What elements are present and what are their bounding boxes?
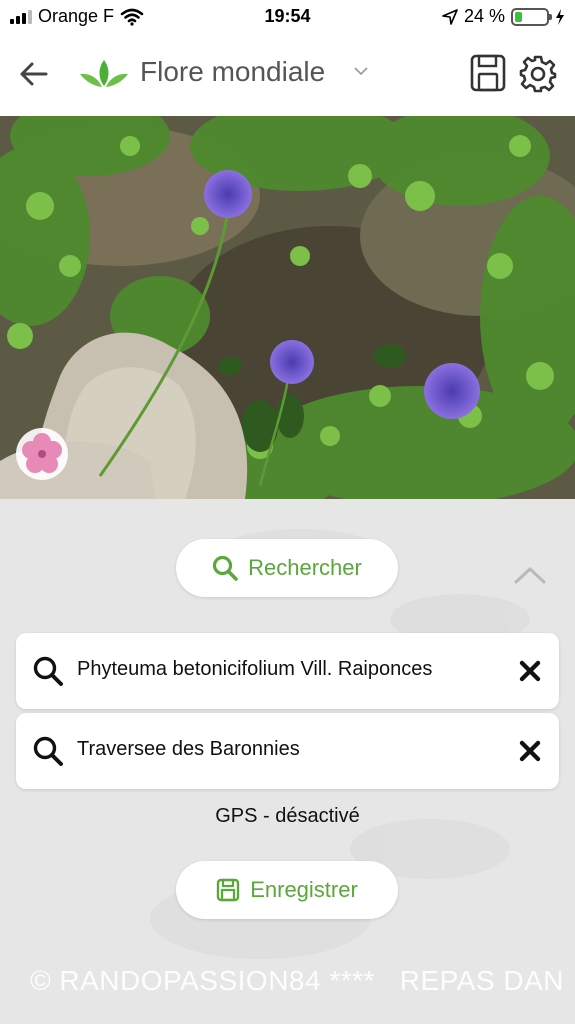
search-button[interactable]: Rechercher (176, 539, 398, 597)
watermark: © RANDOPASSION84 **** REPAS DAN (30, 965, 565, 996)
close-icon[interactable] (519, 660, 541, 682)
search-button-label: Rechercher (248, 555, 362, 580)
search-icon (33, 736, 63, 766)
gps-status: GPS - désactivé (215, 805, 360, 827)
back-arrow-icon[interactable] (16, 56, 52, 92)
app-title[interactable]: Flore mondiale (140, 56, 325, 88)
battery-percent: 24 % (463, 6, 505, 26)
gear-icon[interactable] (518, 54, 558, 94)
save-record-button[interactable]: Enregistrer (176, 861, 398, 919)
battery-group: 24 % (442, 6, 565, 27)
species-field-value: Phyteuma betonicifolium Vill. Raiponces (77, 658, 433, 680)
app-header: Flore mondiale (0, 34, 575, 116)
location-arrow-icon (442, 8, 458, 25)
plant-photo[interactable] (0, 116, 575, 499)
floppy-disk-icon[interactable] (470, 54, 506, 92)
chevron-down-icon[interactable] (354, 66, 368, 76)
close-icon[interactable] (519, 740, 541, 762)
battery-icon (511, 7, 552, 26)
search-icon (213, 555, 238, 581)
battery-fill (515, 11, 522, 22)
charging-bolt-icon (556, 8, 564, 25)
search-panel: Rechercher Phyteuma betonicifolium Vill.… (0, 499, 575, 1024)
photo-image (0, 116, 575, 499)
place-field[interactable]: Traversee des Baronnies (16, 713, 559, 789)
floppy-disk-icon (217, 878, 240, 902)
chevron-up-icon[interactable] (514, 565, 546, 585)
save-record-button-label: Enregistrer (250, 877, 358, 902)
species-field[interactable]: Phyteuma betonicifolium Vill. Raiponces (16, 633, 559, 709)
pink-flower-badge-icon (16, 428, 68, 480)
place-field-value: Traversee des Baronnies (77, 738, 300, 760)
search-icon (33, 656, 63, 686)
leaf-logo-icon (80, 60, 128, 87)
status-bar: Orange F 19:54 24 % (0, 0, 575, 34)
